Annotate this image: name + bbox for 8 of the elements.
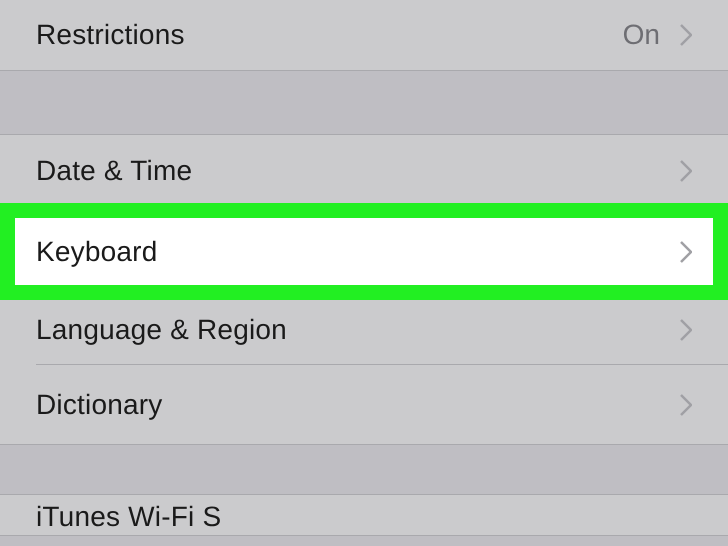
row-label: Keyboard	[36, 236, 158, 268]
row-label: Dictionary	[36, 388, 164, 420]
row-value: On	[622, 19, 660, 51]
row-label: Date & Time	[36, 155, 194, 187]
row-label: Restrictions	[36, 19, 186, 51]
row-label: iTunes Wi-Fi S	[36, 501, 222, 533]
settings-row[interactable]: Keyboard	[0, 203, 728, 300]
row-label: Language & Region	[36, 314, 288, 346]
